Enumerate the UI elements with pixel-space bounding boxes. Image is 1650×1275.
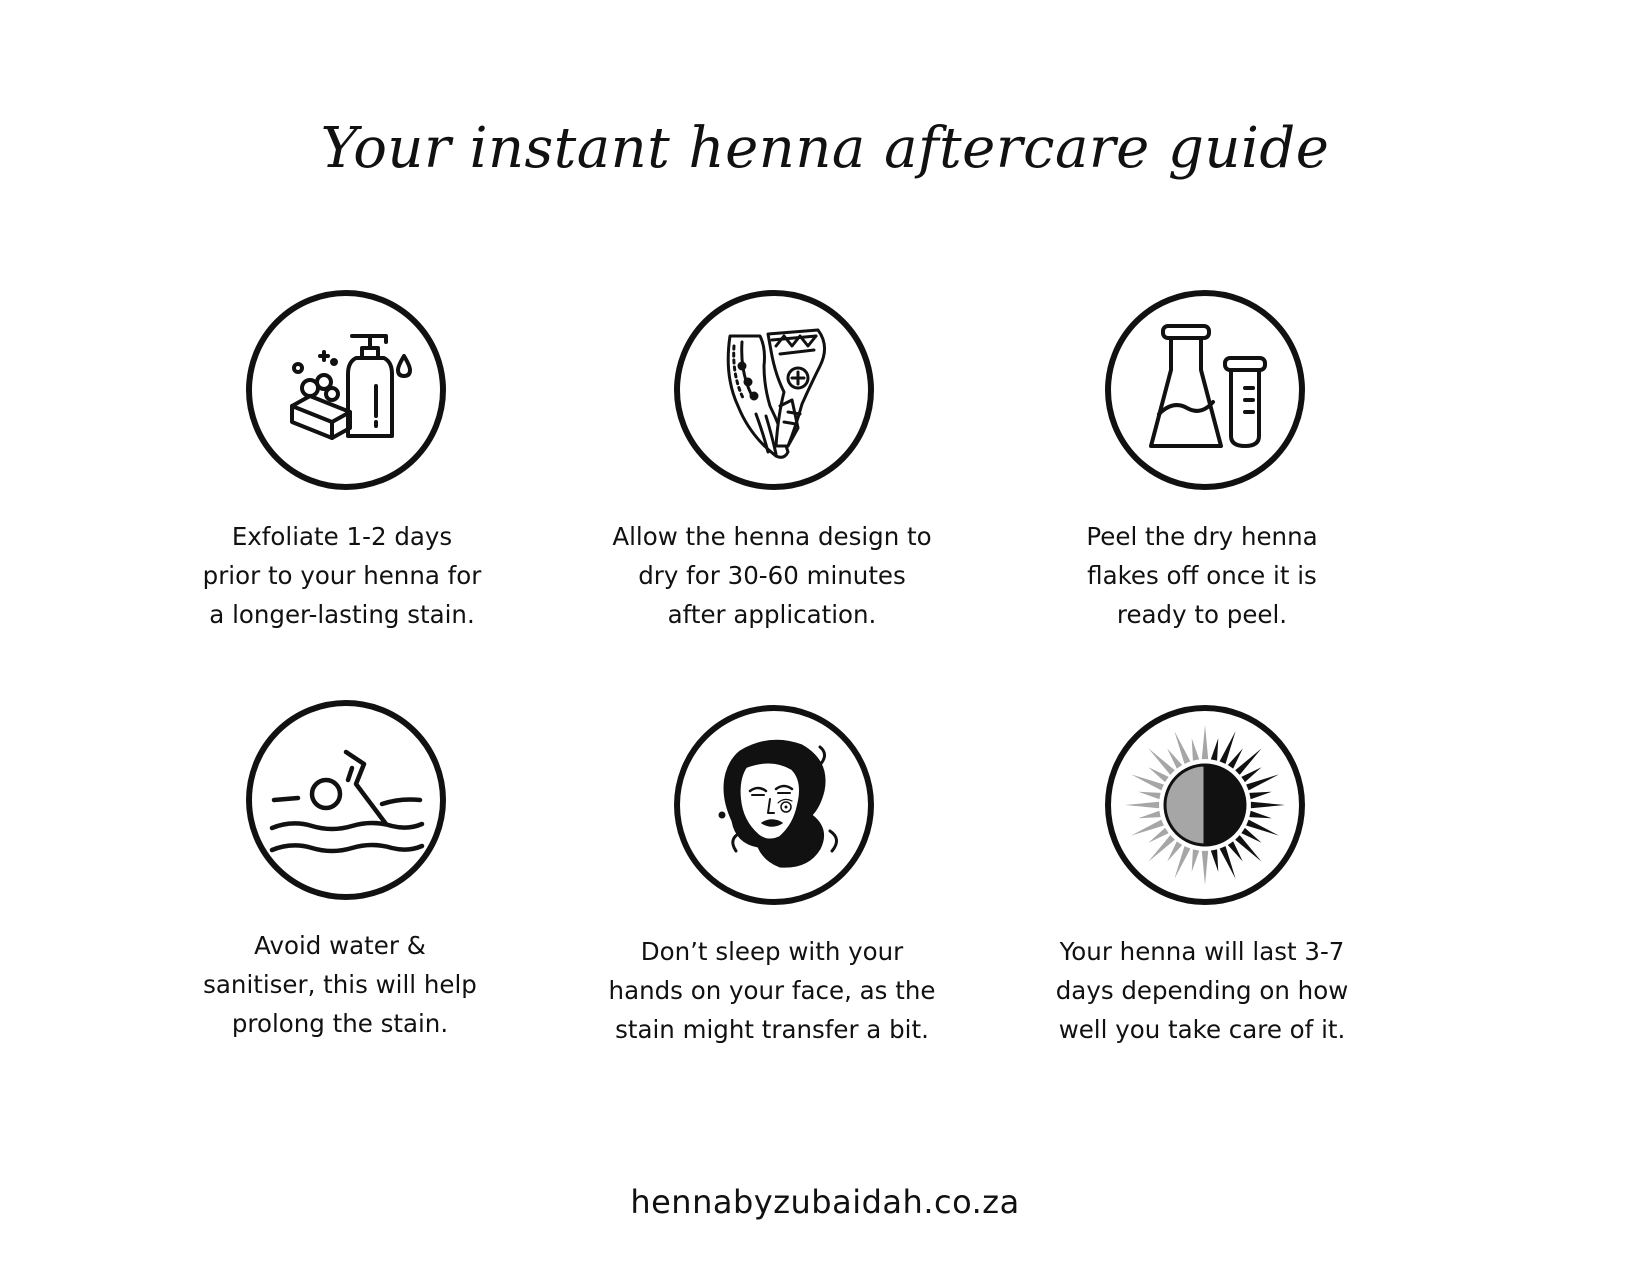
tip-sleep-text: Don’t sleep with your hands on your face…	[582, 932, 962, 1049]
sun-ray	[1241, 827, 1262, 843]
henna-hand-icon	[674, 290, 874, 490]
sun-ray	[1241, 767, 1262, 783]
caption-line: after application.	[667, 600, 877, 629]
caption-line: flakes off once it is	[1087, 561, 1317, 590]
caption-line: prior to your henna for	[202, 561, 482, 590]
flask-test-tube-icon	[1105, 290, 1305, 490]
woman-face-icon	[674, 705, 874, 905]
tip-exfoliate-text: Exfoliate 1-2 days prior to your henna f…	[152, 517, 532, 634]
tip-peel-text: Peel the dry henna flakes off once it is…	[1012, 517, 1392, 634]
sun-ray	[1174, 846, 1191, 879]
caption-line: sanitiser, this will help	[203, 970, 477, 999]
sun-ray	[1201, 725, 1209, 760]
website-url: hennabyzubaidah.co.za	[630, 1183, 1020, 1221]
sun-ray	[1131, 819, 1164, 836]
tip-dry-text: Allow the henna design to dry for 30-60 …	[582, 517, 962, 634]
tip-water-text: Avoid water & sanitiser, this will help …	[150, 926, 530, 1043]
sun-ray	[1210, 849, 1219, 872]
sun-ray	[1131, 774, 1164, 791]
sun-ray	[1148, 835, 1175, 862]
sun-ray	[1148, 827, 1169, 843]
caption-line: days depending on how	[1055, 976, 1349, 1005]
caption-line: prolong the stain.	[231, 1009, 449, 1038]
swimmer-icon	[246, 700, 446, 900]
sun-ray	[1191, 738, 1200, 761]
soap-bottle-icon	[246, 290, 446, 490]
caption-line: Your henna will last 3-7	[1059, 937, 1345, 966]
half-sun-icon	[1105, 705, 1305, 905]
sun-ray	[1219, 846, 1236, 879]
caption-line: a longer-lasting stain.	[209, 600, 475, 629]
caption-line: ready to peel.	[1116, 600, 1288, 629]
sun-ray	[1125, 801, 1160, 809]
sun-ray	[1219, 731, 1236, 764]
sun-ray	[1148, 767, 1169, 783]
sun-ray	[1174, 731, 1191, 764]
sun-ray	[1167, 841, 1183, 862]
sun-ray	[1250, 801, 1285, 809]
caption-line: dry for 30-60 minutes	[638, 561, 906, 590]
sun-ray	[1201, 850, 1209, 885]
sun-ray	[1148, 748, 1175, 775]
sun-ray	[1249, 791, 1272, 800]
caption-line: Allow the henna design to	[612, 522, 932, 551]
sun-ray	[1191, 849, 1200, 872]
caption-line: hands on your face, as the	[608, 976, 936, 1005]
caption-line: well you take care of it.	[1058, 1015, 1346, 1044]
sun-ray	[1138, 791, 1161, 800]
caption-line: Don’t sleep with your	[640, 937, 904, 966]
tip-lasting-text: Your henna will last 3-7 days depending …	[1012, 932, 1392, 1049]
sun-ray	[1227, 841, 1243, 862]
sun-ray	[1249, 810, 1272, 819]
page-title: Your instant henna aftercare guide	[320, 116, 1330, 181]
sun-ray	[1246, 774, 1279, 791]
sun-ray	[1235, 748, 1262, 775]
sun-ray	[1227, 748, 1243, 769]
caption-line: Exfoliate 1-2 days	[231, 522, 453, 551]
sun-ray	[1167, 748, 1183, 769]
caption-line: Peel the dry henna	[1086, 522, 1318, 551]
caption-line: stain might transfer a bit.	[615, 1015, 929, 1044]
sun-ray	[1138, 810, 1161, 819]
sun-ray	[1210, 738, 1219, 761]
sun-ray	[1246, 819, 1279, 836]
caption-line: Avoid water &	[254, 931, 426, 960]
sun-ray	[1235, 835, 1262, 862]
